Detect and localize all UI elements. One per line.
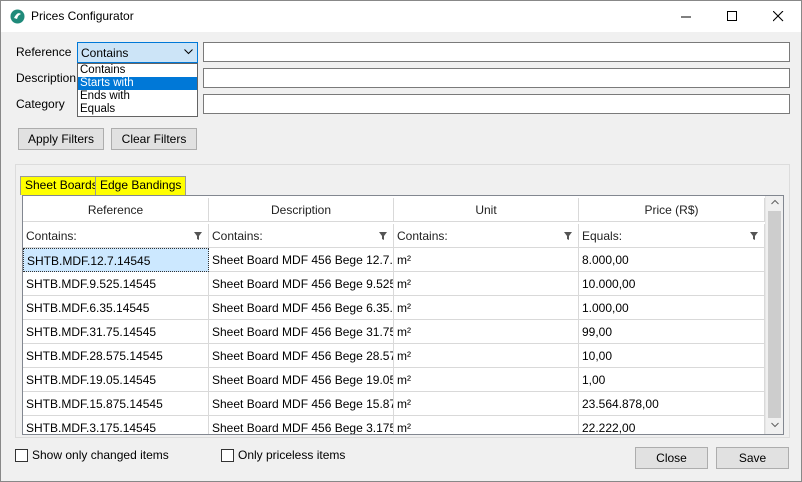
unit-cell[interactable]: m²: [394, 416, 579, 434]
filter-condition-label: Equals:: [582, 229, 623, 243]
price-cell[interactable]: 10,00: [579, 344, 765, 368]
tab-sheet-boards[interactable]: Sheet Boards: [20, 176, 103, 195]
reference-cell[interactable]: SHTB.MDF.9.525.14545: [23, 272, 209, 296]
minimize-icon: [680, 16, 691, 18]
table-row[interactable]: SHTB.MDF.15.875.14545 Sheet Board MDF 45…: [23, 392, 765, 416]
unit-cell[interactable]: m²: [394, 272, 579, 296]
clear-filters-button[interactable]: Clear Filters: [111, 128, 197, 150]
minimize-button[interactable]: [663, 1, 709, 32]
table-row[interactable]: SHTB.MDF.19.05.14545 Sheet Board MDF 456…: [23, 368, 765, 392]
table-row[interactable]: SHTB.MDF.31.75.14545 Sheet Board MDF 456…: [23, 320, 765, 344]
price-cell[interactable]: 10.000,00: [579, 272, 765, 296]
table-row[interactable]: SHTB.MDF.3.175.14545 Sheet Board MDF 456…: [23, 416, 765, 434]
column-header-price[interactable]: Price (R$): [579, 198, 765, 222]
maximize-button[interactable]: [709, 1, 755, 32]
close-button[interactable]: Close: [635, 447, 708, 469]
unit-cell[interactable]: m²: [394, 344, 579, 368]
reference-cell[interactable]: SHTB.MDF.3.175.14545: [23, 416, 209, 434]
prices-configurator-window: Prices Configurator Reference Descriptio…: [0, 0, 802, 482]
title-bar: Prices Configurator: [1, 1, 801, 32]
description-filter-input[interactable]: [203, 68, 790, 88]
column-header-reference[interactable]: Reference: [23, 198, 209, 222]
option-ends-with[interactable]: Ends with: [78, 90, 197, 103]
reference-filter-input[interactable]: [203, 42, 790, 62]
chevron-down-icon: [184, 49, 193, 55]
close-icon: [772, 11, 783, 22]
price-cell[interactable]: 23.564.878,00: [579, 392, 765, 416]
app-logo-icon: [10, 9, 25, 24]
filter-condition-label: Contains:: [26, 229, 77, 243]
unit-cell[interactable]: m²: [394, 368, 579, 392]
description-cell[interactable]: Sheet Board MDF 456 Bege 15.87...: [209, 392, 394, 416]
price-cell[interactable]: 8.000,00: [579, 248, 765, 272]
scrollbar-thumb[interactable]: [768, 211, 781, 418]
reference-mode-select[interactable]: Contains: [77, 42, 198, 63]
reference-cell[interactable]: SHTB.MDF.19.05.14545: [23, 368, 209, 392]
table-row[interactable]: SHTB.MDF.9.525.14545 Sheet Board MDF 456…: [23, 272, 765, 296]
scroll-down-arrow-icon[interactable]: [771, 422, 779, 428]
save-button[interactable]: Save: [716, 447, 789, 469]
filter-funnel-icon[interactable]: [750, 232, 758, 240]
reference-cell[interactable]: SHTB.MDF.28.575.14545: [23, 344, 209, 368]
show-only-changed-checkbox[interactable]: [15, 449, 28, 462]
description-cell[interactable]: Sheet Board MDF 456 Bege 6.35...: [209, 296, 394, 320]
column-header-unit[interactable]: Unit: [394, 198, 579, 222]
filter-condition-label: Contains:: [212, 229, 263, 243]
description-cell[interactable]: Sheet Board MDF 456 Bege 12.7...: [209, 248, 394, 272]
price-cell[interactable]: 22.222,00: [579, 416, 765, 434]
maximize-icon: [726, 11, 737, 21]
show-only-changed-label: Show only changed items: [32, 448, 169, 462]
prices-grid: Reference Description Unit Price (R$) Co…: [22, 195, 784, 435]
price-column-filter[interactable]: Equals:: [579, 224, 765, 248]
description-cell[interactable]: Sheet Board MDF 456 Bege 19.05...: [209, 368, 394, 392]
description-cell[interactable]: Sheet Board MDF 456 Bege 28.57...: [209, 344, 394, 368]
filter-funnel-icon[interactable]: [564, 232, 572, 240]
price-cell[interactable]: 99,00: [579, 320, 765, 344]
unit-cell[interactable]: m²: [394, 392, 579, 416]
only-priceless-label: Only priceless items: [238, 448, 346, 462]
table-row[interactable]: SHTB.MDF.28.575.14545 Sheet Board MDF 45…: [23, 344, 765, 368]
description-cell[interactable]: Sheet Board MDF 456 Bege 3.175...: [209, 416, 394, 434]
unit-cell[interactable]: m²: [394, 296, 579, 320]
category-label: Category: [16, 97, 65, 111]
description-column-filter[interactable]: Contains:: [209, 224, 394, 248]
filter-funnel-icon[interactable]: [194, 232, 202, 240]
description-label: Description: [16, 71, 77, 85]
tab-edge-bandings[interactable]: Edge Bandings: [95, 176, 187, 195]
reference-cell[interactable]: SHTB.MDF.12.7.14545: [23, 248, 209, 272]
option-equals[interactable]: Equals: [78, 103, 197, 116]
grid-filter-row: Contains: Contains: Contains: Equals:: [23, 224, 765, 248]
reference-label: Reference: [16, 45, 72, 59]
grid-vertical-scrollbar[interactable]: [765, 196, 783, 434]
scroll-up-arrow-icon[interactable]: [771, 199, 779, 205]
option-contains[interactable]: Contains: [78, 64, 197, 77]
reference-mode-value: Contains: [81, 46, 129, 60]
filter-condition-label: Contains:: [397, 229, 448, 243]
reference-cell[interactable]: SHTB.MDF.31.75.14545: [23, 320, 209, 344]
reference-cell[interactable]: SHTB.MDF.6.35.14545: [23, 296, 209, 320]
table-row[interactable]: SHTB.MDF.6.35.14545 Sheet Board MDF 456 …: [23, 296, 765, 320]
price-cell[interactable]: 1,00: [579, 368, 765, 392]
reference-cell[interactable]: SHTB.MDF.15.875.14545: [23, 392, 209, 416]
category-filter-input[interactable]: [203, 94, 790, 114]
apply-filters-button[interactable]: Apply Filters: [18, 128, 104, 150]
description-cell[interactable]: Sheet Board MDF 456 Bege 31.75...: [209, 320, 394, 344]
close-window-button[interactable]: [755, 1, 801, 32]
only-priceless-checkbox[interactable]: [221, 449, 234, 462]
column-header-description[interactable]: Description: [209, 198, 394, 222]
filter-funnel-icon[interactable]: [379, 232, 387, 240]
option-starts-with[interactable]: Starts with: [78, 77, 197, 90]
reference-mode-dropdown: Contains Starts with Ends with Equals: [77, 63, 198, 117]
window-title: Prices Configurator: [31, 9, 134, 23]
grid-header-row: Reference Description Unit Price (R$): [23, 198, 765, 222]
reference-column-filter[interactable]: Contains:: [23, 224, 209, 248]
table-row[interactable]: SHTB.MDF.12.7.14545 Sheet Board MDF 456 …: [23, 248, 765, 272]
unit-cell[interactable]: m²: [394, 320, 579, 344]
price-cell[interactable]: 1.000,00: [579, 296, 765, 320]
unit-column-filter[interactable]: Contains:: [394, 224, 579, 248]
description-cell[interactable]: Sheet Board MDF 456 Bege 9.525...: [209, 272, 394, 296]
unit-cell[interactable]: m²: [394, 248, 579, 272]
